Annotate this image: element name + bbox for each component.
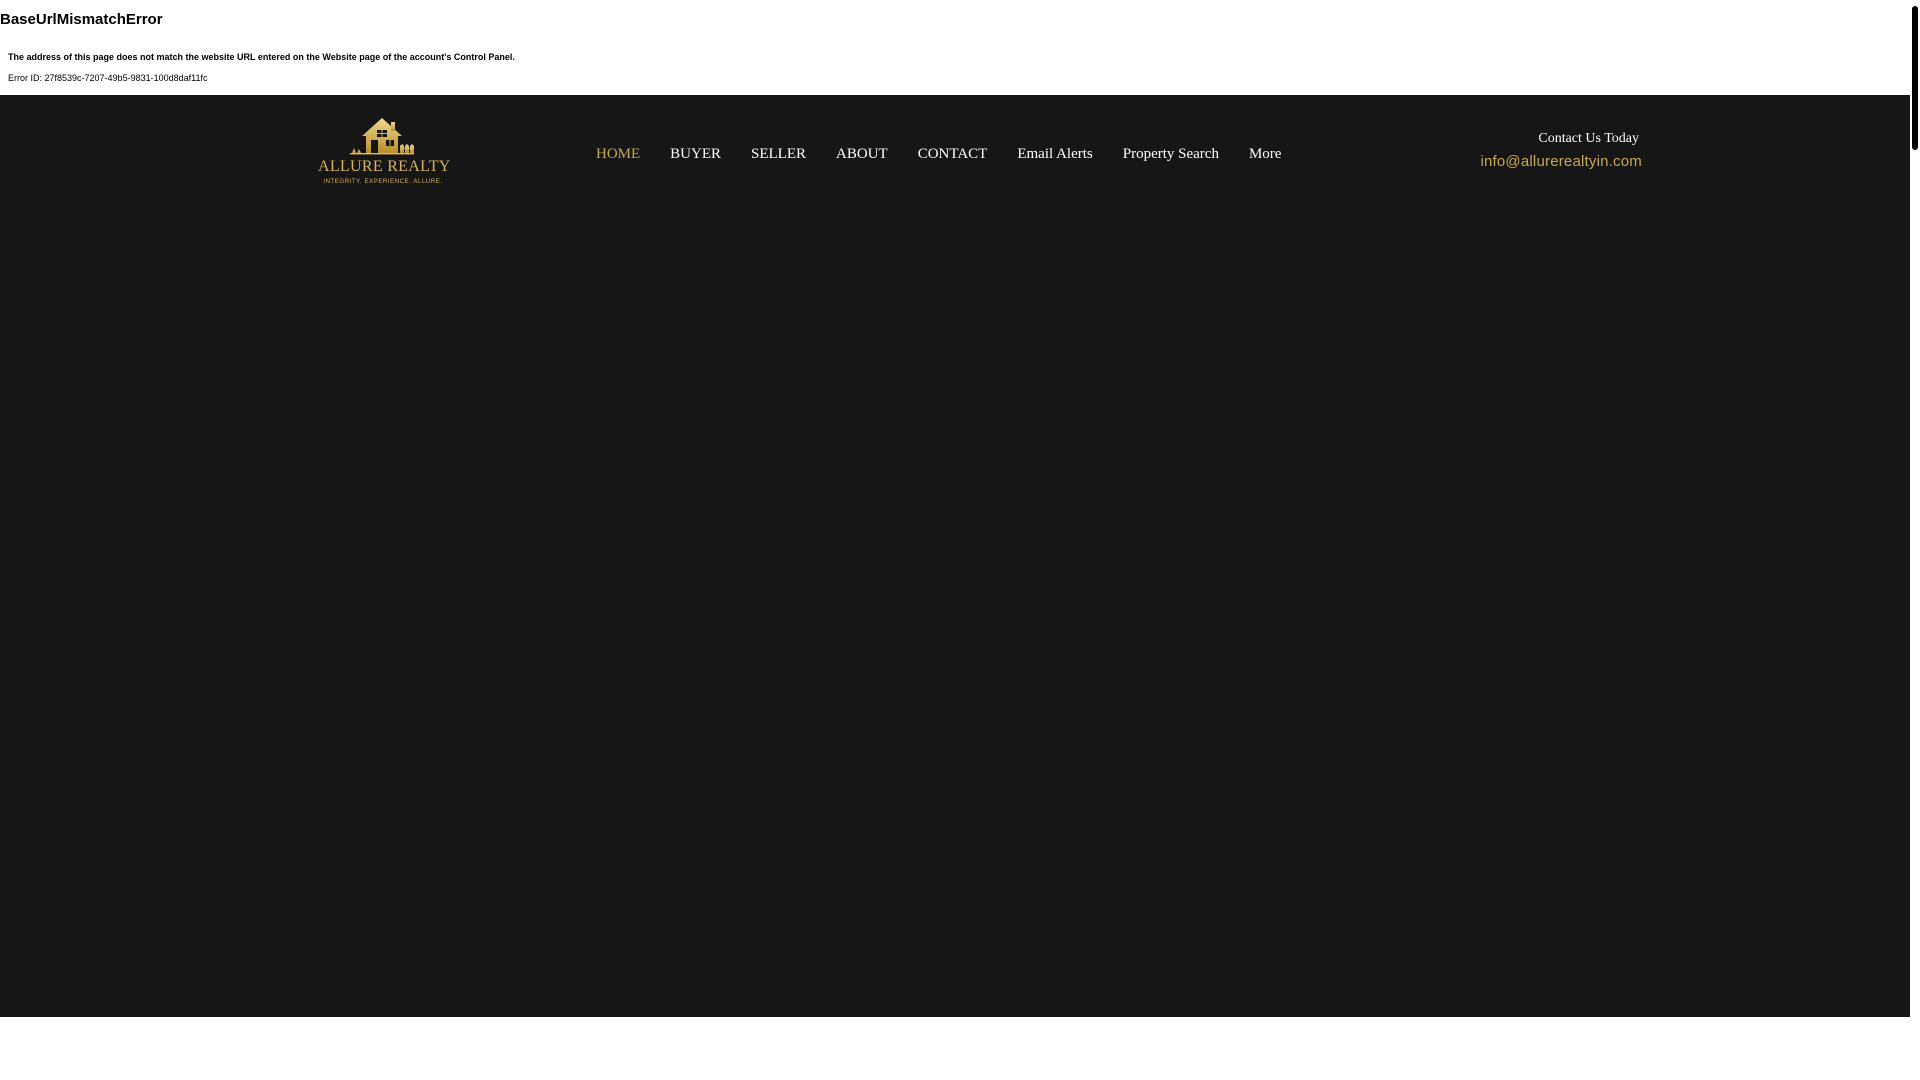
error-title: BaseUrlMismatchError: [0, 11, 163, 28]
contact-block: Contact Us Today info@allurerealtyin.com: [1480, 131, 1642, 170]
nav-item-email-alerts[interactable]: Email Alerts: [1017, 146, 1092, 163]
nav-item-about[interactable]: ABOUT: [836, 146, 888, 163]
contact-heading: Contact Us Today: [1538, 131, 1639, 146]
page-scrollbar[interactable]: [1910, 0, 1920, 1017]
nav-item-property-search[interactable]: Property Search: [1123, 146, 1219, 163]
nav-item-contact[interactable]: CONTACT: [918, 146, 988, 163]
main-nav: HOME BUYER SELLER ABOUT CONTACT Email Al…: [596, 142, 1281, 166]
nav-item-more[interactable]: More: [1249, 146, 1282, 163]
nav-item-home[interactable]: HOME: [596, 146, 640, 163]
scrollbar-thumb[interactable]: [1912, 6, 1918, 150]
nav-item-buyer[interactable]: BUYER: [670, 146, 721, 163]
logo-tagline: INTEGRITY. EXPERIENCE. ALLURE.: [323, 179, 443, 185]
logo-name: ALLURE REALTY: [318, 158, 451, 175]
contact-email-link[interactable]: info@allurerealtyin.com: [1480, 153, 1642, 170]
error-id: Error ID: 27f8539c-7207-49b5-9831-100d8d…: [8, 73, 208, 83]
error-message: The address of this page does not match …: [8, 52, 515, 62]
house-icon: [350, 118, 414, 155]
nav-item-seller[interactable]: SELLER: [751, 146, 806, 163]
error-panel: BaseUrlMismatchError The address of this…: [0, 0, 1910, 95]
site-header: ALLURE REALTY INTEGRITY. EXPERIENCE. ALL…: [0, 95, 1910, 1017]
site-logo[interactable]: ALLURE REALTY INTEGRITY. EXPERIENCE. ALL…: [318, 117, 451, 189]
